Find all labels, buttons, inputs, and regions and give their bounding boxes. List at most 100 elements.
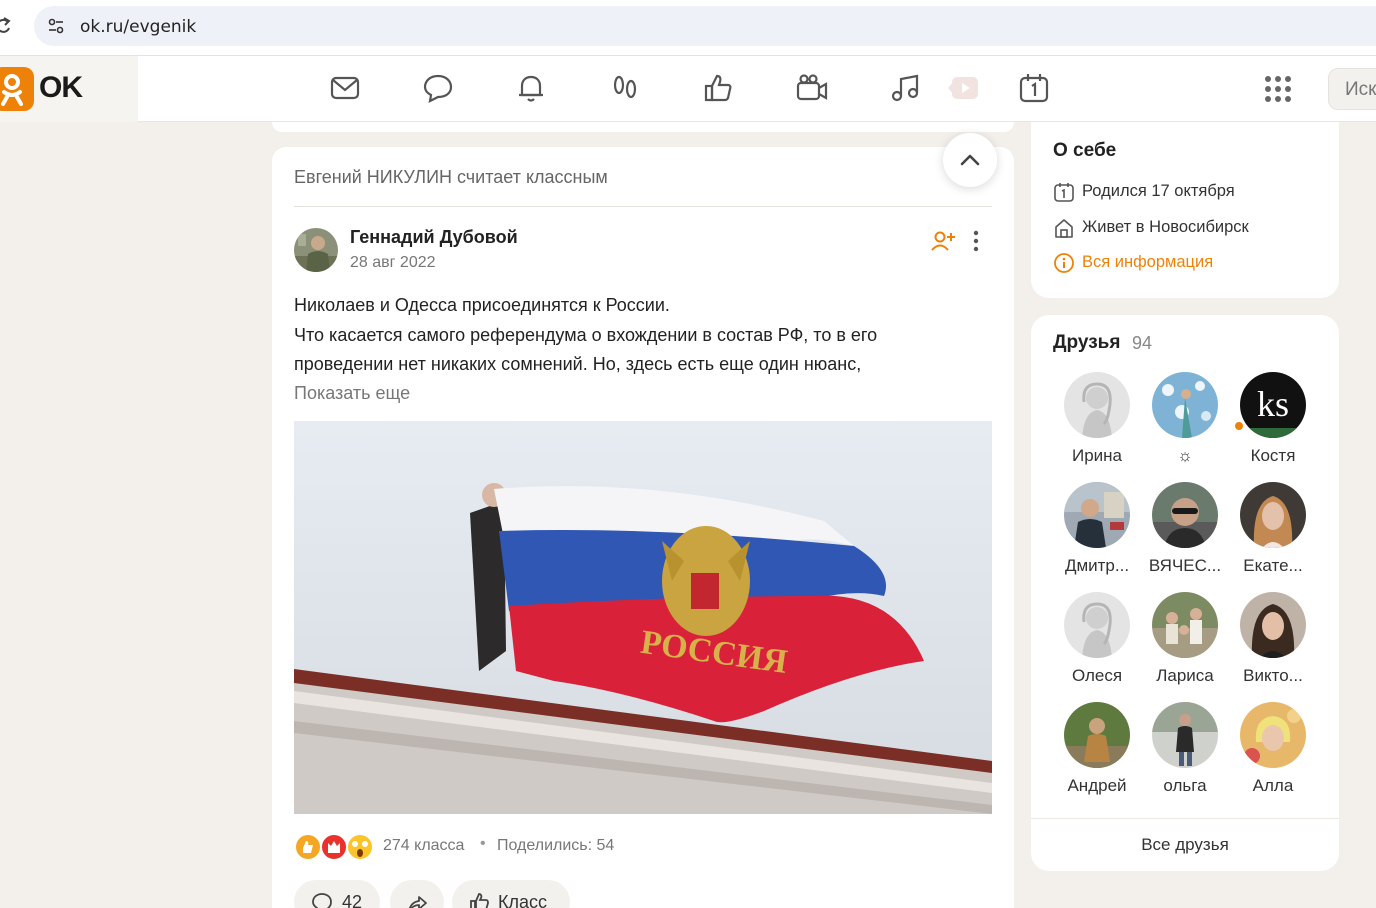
site-info-icon[interactable] bbox=[46, 16, 66, 36]
friend-name[interactable]: ольга bbox=[1141, 776, 1229, 796]
post-author-avatar[interactable] bbox=[294, 228, 338, 272]
friends-count: 94 bbox=[1132, 333, 1153, 353]
location-row: Живет в Новосибирск bbox=[1053, 216, 1333, 240]
search-input[interactable]: Иск bbox=[1328, 68, 1376, 110]
all-info-link[interactable]: Вся информация bbox=[1082, 253, 1213, 272]
location-text[interactable]: Живет в Новосибирск bbox=[1082, 218, 1249, 237]
friend-name[interactable]: Костя bbox=[1229, 446, 1317, 466]
all-info-row[interactable]: Вся информация bbox=[1053, 251, 1333, 275]
avatar[interactable] bbox=[1240, 702, 1306, 768]
avatar[interactable] bbox=[1064, 592, 1130, 658]
calendar-icon[interactable] bbox=[1017, 71, 1051, 105]
apps-grid-icon[interactable] bbox=[1264, 75, 1292, 103]
info-icon bbox=[1053, 252, 1075, 274]
avatar[interactable] bbox=[1064, 372, 1130, 438]
reactions-icons[interactable] bbox=[294, 831, 374, 863]
friend-item[interactable]: ☼ bbox=[1141, 372, 1229, 472]
divider bbox=[1031, 818, 1339, 819]
site-header: OK Иск bbox=[0, 56, 1376, 122]
chat-icon[interactable] bbox=[421, 71, 455, 105]
friend-name[interactable]: Лариса bbox=[1141, 666, 1229, 686]
logo[interactable]: OK bbox=[0, 56, 138, 122]
url-text[interactable]: ok.ru/evgenik bbox=[80, 17, 196, 37]
friend-item[interactable]: ВЯЧЕС... bbox=[1141, 482, 1229, 582]
friend-name[interactable]: Екате... bbox=[1229, 556, 1317, 576]
play-icon[interactable] bbox=[944, 71, 978, 105]
friend-name[interactable]: Олеся bbox=[1053, 666, 1141, 686]
avatar[interactable] bbox=[1152, 372, 1218, 438]
friend-name[interactable]: ВЯЧЕС... bbox=[1141, 556, 1229, 576]
friend-item[interactable]: Алла bbox=[1229, 702, 1317, 802]
online-indicator bbox=[1233, 420, 1245, 432]
browser-toolbar: ok.ru/evgenik bbox=[0, 0, 1376, 56]
friend-item[interactable]: Екате... bbox=[1229, 482, 1317, 582]
post-image[interactable]: РОССИЯ bbox=[294, 421, 992, 814]
friend-item[interactable]: Лариса bbox=[1141, 592, 1229, 692]
friend-name[interactable]: Андрей bbox=[1053, 776, 1141, 796]
friends-card: Друзья 94 Ирина ☼ ks Костя Дмитр... ВЯЧЕ… bbox=[1031, 315, 1339, 871]
video-camera-icon[interactable] bbox=[795, 71, 829, 105]
class-label: Класс bbox=[498, 892, 547, 908]
bell-icon[interactable] bbox=[514, 71, 548, 105]
all-friends-link[interactable]: Все друзья bbox=[1031, 835, 1339, 855]
avatar[interactable] bbox=[1240, 482, 1306, 548]
friend-item[interactable]: Андрей bbox=[1053, 702, 1141, 802]
search-placeholder: Иск bbox=[1345, 79, 1376, 100]
post-text-line: Что касается самого референдума о вхожде… bbox=[294, 324, 878, 345]
friend-item[interactable]: Дмитр... bbox=[1053, 482, 1141, 582]
guests-icon[interactable] bbox=[608, 71, 642, 105]
more-options-icon[interactable] bbox=[967, 229, 985, 253]
feed-post-card: Евгений НИКУЛИН считает классным Геннади… bbox=[272, 133, 1014, 908]
mail-icon[interactable] bbox=[328, 71, 362, 105]
avatar[interactable] bbox=[1064, 482, 1130, 548]
avatar[interactable] bbox=[1152, 592, 1218, 658]
avatar[interactable] bbox=[1240, 592, 1306, 658]
post-author-name[interactable]: Геннадий Дубовой bbox=[350, 227, 518, 248]
friends-title[interactable]: Друзья bbox=[1053, 332, 1120, 354]
likes-count[interactable]: 274 класса bbox=[383, 837, 464, 855]
comments-count: 42 bbox=[342, 892, 363, 908]
post-date[interactable]: 28 авг 2022 bbox=[350, 254, 436, 272]
avatar[interactable] bbox=[1152, 702, 1218, 768]
avatar[interactable]: ks bbox=[1240, 372, 1306, 438]
class-button[interactable]: Класс bbox=[452, 880, 570, 908]
post-text-line: проведении нет никаких сомнений. Но, зде… bbox=[294, 354, 862, 374]
share-icon bbox=[408, 896, 427, 908]
friend-item[interactable]: Ирина bbox=[1053, 372, 1141, 472]
avatar[interactable] bbox=[1152, 482, 1218, 548]
friend-name[interactable]: ☼ bbox=[1141, 446, 1229, 466]
comments-button[interactable]: 42 bbox=[294, 880, 380, 908]
home-icon bbox=[1053, 217, 1075, 239]
friend-name[interactable]: Дмитр... bbox=[1053, 556, 1141, 576]
avatar-badge-text: ks bbox=[1257, 384, 1289, 424]
like-icon[interactable] bbox=[702, 71, 736, 105]
friend-item[interactable]: ks Костя bbox=[1229, 372, 1317, 472]
comment-icon bbox=[312, 893, 332, 908]
reload-icon[interactable] bbox=[0, 14, 14, 38]
post-text: Николаев и Одесса присоединятся к России… bbox=[294, 291, 992, 380]
friend-item[interactable]: Олеся bbox=[1053, 592, 1141, 692]
thumb-up-icon bbox=[470, 893, 489, 908]
logo-text: OK bbox=[39, 71, 83, 104]
friend-item[interactable]: Викто... bbox=[1229, 592, 1317, 692]
separator-dot: • bbox=[480, 835, 486, 852]
friend-name[interactable]: Алла bbox=[1229, 776, 1317, 796]
friend-name[interactable]: Викто... bbox=[1229, 666, 1317, 686]
scroll-up-button[interactable] bbox=[943, 133, 997, 187]
ok-logo-icon bbox=[0, 67, 34, 111]
friend-item[interactable]: ольга bbox=[1141, 702, 1229, 802]
share-button[interactable] bbox=[390, 880, 444, 908]
birthday-text: Родился 17 октября bbox=[1082, 182, 1235, 200]
shares-count[interactable]: Поделились: 54 bbox=[497, 837, 614, 855]
show-more-link[interactable]: Показать еще bbox=[294, 383, 410, 404]
about-title: О себе bbox=[1053, 140, 1117, 161]
avatar[interactable] bbox=[1064, 702, 1130, 768]
music-icon[interactable] bbox=[888, 71, 922, 105]
add-friend-icon[interactable] bbox=[930, 229, 956, 253]
address-bar[interactable]: ok.ru/evgenik bbox=[34, 6, 1376, 46]
about-card: О себе Родился 17 октября Живет в Новоси… bbox=[1031, 122, 1339, 298]
feed-context-line[interactable]: Евгений НИКУЛИН считает классным bbox=[294, 167, 608, 188]
calendar-icon bbox=[1053, 181, 1075, 203]
friend-name[interactable]: Ирина bbox=[1053, 446, 1141, 466]
previous-card-bottom bbox=[272, 122, 1014, 132]
